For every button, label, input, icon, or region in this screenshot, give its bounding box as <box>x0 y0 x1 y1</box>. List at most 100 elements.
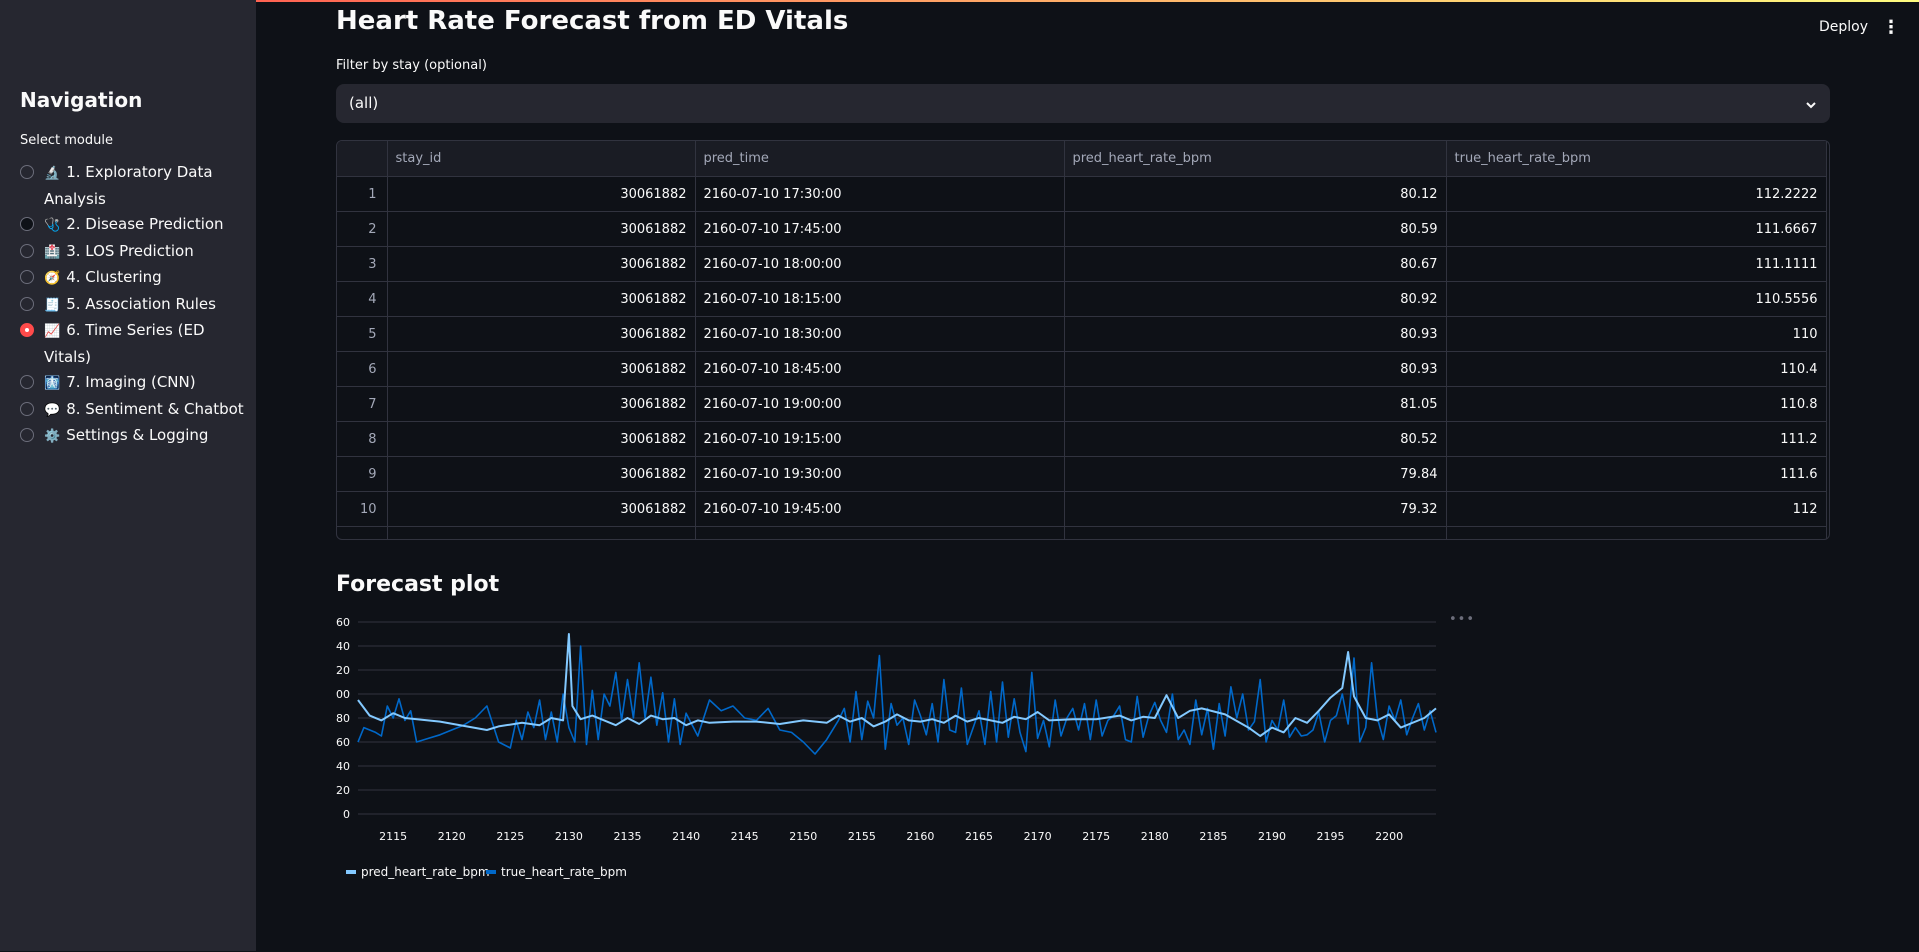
radio-button[interactable] <box>20 375 34 389</box>
column-header[interactable]: pred_heart_rate_bpm <box>1064 141 1447 177</box>
table-cell: 110.4 <box>1446 351 1827 387</box>
radio-option[interactable]: 💬 8. Sentiment & Chatbot <box>20 397 245 424</box>
radio-text: 📈 6. Time Series (ED Vitals) <box>44 318 245 370</box>
y-tick-label: 20 <box>336 784 350 797</box>
radio-group-label: Select module <box>20 133 113 148</box>
table-cell: 30061882 <box>387 351 696 387</box>
radio-button[interactable] <box>20 401 34 416</box>
stay-filter-select[interactable]: (all) <box>336 84 1830 123</box>
x-tick-label: 2115 <box>379 830 407 843</box>
radio-label: 4. Clustering <box>66 268 162 286</box>
table-cell: 80.59 <box>1064 211 1447 247</box>
x-tick-label: 2180 <box>1141 830 1169 843</box>
series-line-true_heart_rate_bpm <box>357 645 1437 755</box>
table-cell: 30061882 <box>387 491 696 527</box>
table-cell: 111.1111 <box>1446 246 1827 282</box>
table-cell: 80.92 <box>1064 281 1447 317</box>
table-cell: 30061882 <box>387 211 696 247</box>
sidebar: Navigation Select module 🔬 1. Exploratory… <box>0 0 256 951</box>
sidebar-title: Navigation <box>20 88 143 112</box>
radio-text: 🧾 5. Association Rules <box>44 292 245 319</box>
data-table[interactable]: stay_id pred_time pred_heart_rate_bpm tr… <box>336 140 1830 540</box>
x-tick-label: 2150 <box>789 830 817 843</box>
table-row[interactable]: 1 30061882 2160-07-10 17:30:00 80.12 112.222… <box>337 176 1827 212</box>
table-row[interactable]: 5 30061882 2160-07-10 18:30:00 80.93 110 <box>337 316 1827 352</box>
radio-button[interactable] <box>20 323 34 337</box>
column-header[interactable]: true_heart_rate_bpm <box>1446 141 1827 177</box>
table-row[interactable]: 7 30061882 2160-07-10 19:00:00 81.05 110.8 <box>337 386 1827 422</box>
radio-option[interactable]: 📈 6. Time Series (ED Vitals) <box>20 318 245 370</box>
table-row[interactable]: 8 30061882 2160-07-10 19:15:00 80.52 111.2 <box>337 421 1827 457</box>
table-cell: 112 <box>1446 491 1827 527</box>
chevron-down-icon <box>1804 97 1818 116</box>
radio-button[interactable] <box>20 270 34 284</box>
radio-button[interactable] <box>20 428 34 442</box>
table-row[interactable]: 9 30061882 2160-07-10 19:30:00 79.84 111.6 <box>337 456 1827 492</box>
table-cell: 80.12 <box>1064 176 1447 212</box>
y-tick-label: 0 <box>343 808 350 821</box>
y-tick-label: 80 <box>336 712 350 725</box>
table-cell: 80.52 <box>1064 421 1447 457</box>
x-tick-label: 2120 <box>438 830 466 843</box>
table-cell: 30061882 <box>387 421 696 457</box>
table-cell: 110.5556 <box>1446 281 1827 317</box>
radio-option[interactable]: 🔬 1. Exploratory Data Analysis <box>20 160 245 212</box>
row-index: 6 <box>337 351 388 387</box>
table-cell: 2160-07-10 19:45:00 <box>695 491 1065 527</box>
table-cell: 112.2222 <box>1446 176 1827 212</box>
select-value: (all) <box>349 94 379 112</box>
row-index: 2 <box>337 211 388 247</box>
row-index: 7 <box>337 386 388 422</box>
table-cell: 111.6667 <box>1446 211 1827 247</box>
table-cell: 2160-07-10 18:30:00 <box>695 316 1065 352</box>
table-cell: 111.6 <box>1446 456 1827 492</box>
column-header[interactable]: stay_id <box>387 141 696 177</box>
table-row[interactable]: 10 30061882 2160-07-10 19:45:00 79.32 112 <box>337 491 1827 527</box>
table-cell: 79.84 <box>1064 456 1447 492</box>
radio-label: 3. LOS Prediction <box>66 241 194 260</box>
y-tick-label: 120 <box>336 664 350 677</box>
filter-label: Filter by stay (optional) <box>336 58 487 73</box>
row-index: 4 <box>337 281 388 317</box>
x-tick-label: 2175 <box>1082 830 1110 843</box>
table-row[interactable]: 4 30061882 2160-07-10 18:15:00 80.92 110.555… <box>337 281 1827 317</box>
deploy-button[interactable]: Deploy <box>1819 19 1868 35</box>
radio-button[interactable] <box>20 296 34 311</box>
table-cell: 110.8 <box>1446 386 1827 422</box>
row-index: 1 <box>337 176 388 212</box>
x-tick-label: 2195 <box>1317 830 1345 843</box>
table-row[interactable]: 6 30061882 2160-07-10 18:45:00 80.93 110.4 <box>337 351 1827 387</box>
radio-button[interactable] <box>20 217 34 231</box>
x-tick-label: 2130 <box>555 830 583 843</box>
legend-label: true_heart_rate_bpm <box>501 865 627 879</box>
row-index: 9 <box>337 456 388 492</box>
more-options-icon[interactable]: ••• <box>1449 612 1475 627</box>
table-cell: 2160-07-10 18:45:00 <box>695 351 1065 387</box>
table-cell: 2160-07-10 19:30:00 <box>695 456 1065 492</box>
page-title: Heart Rate Forecast from ED Vitals <box>336 6 849 36</box>
column-header[interactable]: pred_time <box>695 141 1065 177</box>
radio-text: 🔬 1. Exploratory Data Analysis <box>44 160 245 212</box>
radio-option[interactable]: 🧭 4. Clustering <box>20 265 245 292</box>
radio-label: 8. Sentiment & Chatbot <box>66 399 244 418</box>
radio-option[interactable]: 🏥 3. LOS Prediction <box>20 239 245 266</box>
radio-button[interactable] <box>20 243 34 258</box>
table-row[interactable]: 2 30061882 2160-07-10 17:45:00 80.59 111.666… <box>337 211 1827 247</box>
module-icon: 🧭 <box>44 271 61 286</box>
vertical-dots-icon[interactable]: ⋮ <box>1882 17 1900 38</box>
radio-button[interactable] <box>20 165 34 179</box>
radio-option[interactable]: 🧾 5. Association Rules <box>20 292 245 319</box>
table-cell: 110 <box>1446 316 1827 352</box>
table-cell: 30061882 <box>387 281 696 317</box>
radio-label: 1. Exploratory Data Analysis <box>44 163 213 208</box>
table-cell: 30061882 <box>387 176 696 212</box>
table-row[interactable]: 3 30061882 2160-07-10 18:00:00 80.67 111.111… <box>337 246 1827 282</box>
table-cell: 30061882 <box>387 246 696 282</box>
index-header <box>337 141 388 177</box>
section-title: Forecast plot <box>336 572 500 597</box>
table-cell: 2160-07-10 18:00:00 <box>695 246 1065 282</box>
radio-option[interactable]: 🩻 7. Imaging (CNN) <box>20 370 245 397</box>
forecast-chart[interactable]: 0 20 40 60 80 100 120 140 160 2115 2120 2125 2130 213… <box>329 608 1736 948</box>
radio-option[interactable]: 🩺 2. Disease Prediction <box>20 212 245 239</box>
radio-option[interactable]: ⚙️ Settings & Logging <box>20 423 245 450</box>
